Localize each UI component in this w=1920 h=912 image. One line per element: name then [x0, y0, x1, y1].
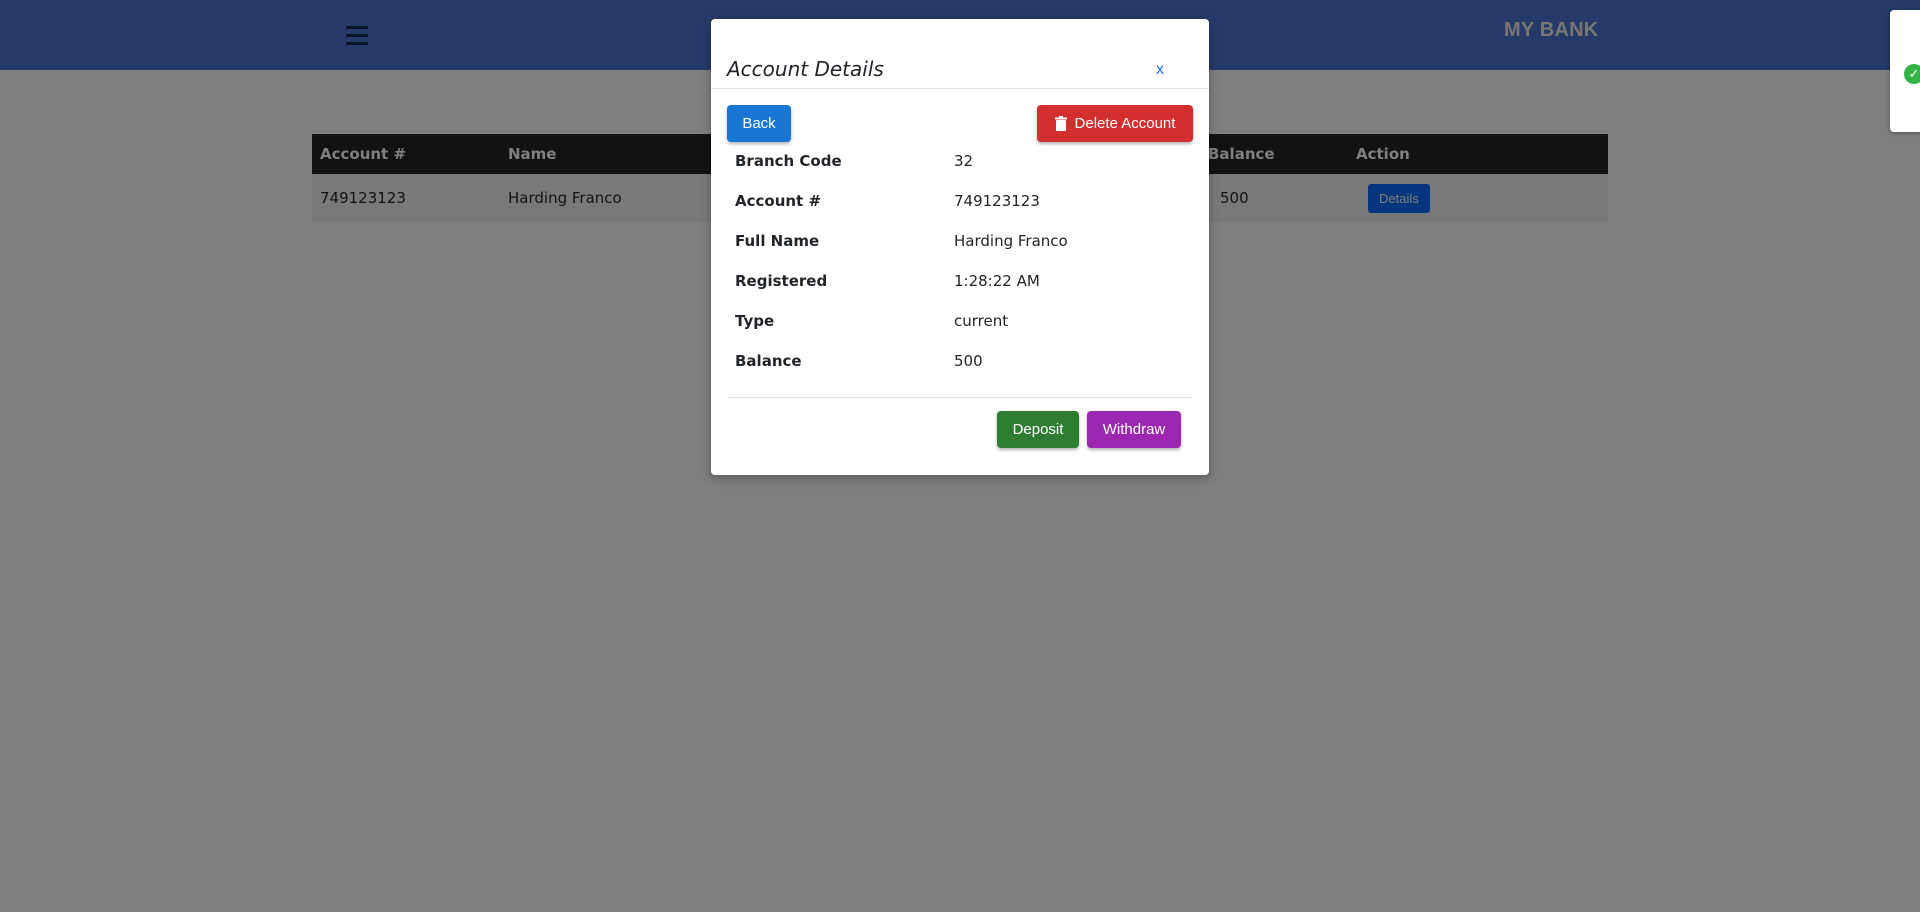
modal-header-divider [711, 88, 1209, 89]
deposit-button[interactable]: Deposit [997, 411, 1079, 448]
detail-value: 500 [954, 352, 983, 370]
detail-label: Type [735, 312, 775, 330]
delete-account-label: Delete Account [1074, 115, 1176, 132]
delete-account-button[interactable]: Delete Account [1037, 105, 1193, 142]
detail-label: Full Name [735, 232, 820, 250]
detail-label: Registered [735, 272, 828, 290]
close-icon[interactable]: x [1156, 61, 1164, 79]
detail-value: current [954, 312, 1009, 330]
trash-icon [1054, 116, 1067, 131]
account-details-modal: Account Details x Back Delete Account Br… [711, 19, 1209, 475]
detail-value: 749123123 [954, 192, 1040, 210]
back-button[interactable]: Back [727, 105, 791, 142]
modal-footer-divider [727, 397, 1193, 398]
success-toast: ✓ [1890, 10, 1920, 132]
withdraw-button[interactable]: Withdraw [1087, 411, 1181, 448]
detail-label: Balance [735, 352, 802, 370]
detail-value: 32 [954, 152, 974, 170]
detail-value: 1:28:22 AM [954, 272, 1040, 290]
detail-label: Account # [735, 192, 822, 210]
detail-label: Branch Code [735, 152, 842, 170]
check-circle-icon: ✓ [1904, 64, 1920, 84]
detail-value: Harding Franco [954, 232, 1068, 250]
modal-title: Account Details [727, 57, 884, 81]
